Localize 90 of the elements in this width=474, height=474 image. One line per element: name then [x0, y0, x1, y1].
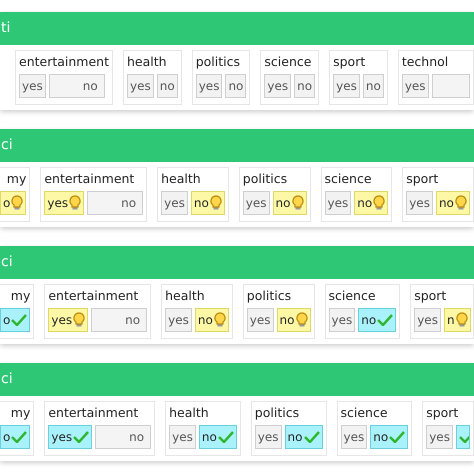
no-button[interactable]: no: [370, 425, 408, 449]
lightbulb-icon: [454, 195, 467, 211]
panel-title: ci: [0, 370, 13, 389]
no-button[interactable]: no: [190, 191, 225, 215]
category-label: health: [127, 53, 168, 71]
yes-button[interactable]: yes: [324, 191, 352, 215]
no-button[interactable]: no: [156, 74, 178, 98]
yes-button[interactable]: yes: [161, 191, 188, 215]
category-label: health: [165, 287, 206, 305]
yes-button[interactable]: yes: [402, 74, 429, 98]
category-label: science: [264, 53, 312, 71]
lightbulb-icon: [69, 195, 82, 211]
yes-button[interactable]: yes: [169, 425, 196, 449]
no-button[interactable]: o: [0, 425, 30, 449]
lightbulb-icon: [214, 312, 226, 328]
no-button[interactable]: no: [91, 308, 148, 332]
category-label: sport: [406, 170, 440, 188]
category-label: sport: [333, 53, 366, 71]
yes-button[interactable]: yes: [127, 74, 154, 98]
category-label: my: [6, 170, 26, 188]
no-button[interactable]: n: [444, 308, 471, 332]
no-button[interactable]: no: [354, 191, 388, 215]
category-label: science: [324, 170, 373, 188]
yes-button[interactable]: yes: [165, 308, 192, 332]
category-label: science: [328, 287, 377, 305]
lightbulb-icon: [292, 195, 304, 211]
no-button[interactable]: no: [194, 308, 229, 332]
category-label: sport: [426, 404, 460, 422]
yes-button[interactable]: yes: [242, 191, 270, 215]
no-button[interactable]: [456, 425, 470, 449]
category-label: my: [10, 287, 30, 305]
yes-button[interactable]: yes: [254, 425, 282, 449]
no-button[interactable]: no: [294, 74, 316, 98]
yes-button[interactable]: yes: [426, 425, 453, 449]
no-button[interactable]: no: [358, 308, 396, 332]
check-icon: [389, 431, 406, 443]
category-label: entertainment: [44, 170, 136, 188]
category-label: politics: [254, 404, 300, 422]
no-button[interactable]: no: [198, 425, 237, 449]
panel-title: ci: [0, 253, 13, 272]
no-button[interactable]: no: [225, 74, 246, 98]
no-button[interactable]: no: [95, 425, 152, 449]
no-button[interactable]: no: [276, 308, 310, 332]
lightbulb-icon: [456, 312, 468, 328]
check-icon: [73, 431, 90, 443]
no-button[interactable]: o: [0, 191, 26, 215]
no-button[interactable]: no: [436, 191, 470, 215]
category-label: politics: [196, 53, 241, 71]
category-label: entertainment: [48, 404, 140, 422]
yes-button[interactable]: yes: [48, 425, 92, 449]
lightbulb-icon: [296, 312, 308, 328]
lightbulb-icon: [11, 195, 24, 211]
category-label: health: [169, 404, 210, 422]
category-label: my: [10, 404, 30, 422]
check-icon: [11, 431, 28, 443]
lightbulb-icon: [210, 195, 222, 211]
yes-button[interactable]: yes: [19, 74, 46, 98]
panel-title: ci: [0, 136, 13, 155]
no-button[interactable]: o: [0, 308, 30, 332]
yes-button[interactable]: yes: [333, 74, 360, 98]
yes-button[interactable]: yes: [48, 308, 88, 332]
check-icon: [304, 431, 320, 443]
category-label: sport: [414, 287, 448, 305]
lightbulb-icon: [73, 312, 86, 328]
yes-button[interactable]: yes: [264, 74, 292, 98]
yes-button[interactable]: yes: [414, 308, 441, 332]
yes-button[interactable]: yes: [246, 308, 274, 332]
yes-button[interactable]: yes: [406, 191, 433, 215]
check-icon: [377, 314, 394, 326]
yes-button[interactable]: yes: [340, 425, 368, 449]
check-icon: [218, 431, 234, 443]
category-label: science: [340, 404, 389, 422]
yes-button[interactable]: yes: [328, 308, 356, 332]
no-button[interactable]: no: [362, 74, 384, 98]
no-button[interactable]: no: [48, 74, 105, 98]
category-label: technol: [402, 53, 450, 71]
lightbulb-icon: [373, 195, 386, 211]
no-button[interactable]: no: [87, 191, 144, 215]
yes-button[interactable]: yes: [44, 191, 84, 215]
no-button[interactable]: [432, 74, 470, 98]
check-icon: [11, 314, 28, 326]
category-label: health: [161, 170, 202, 188]
category-label: entertainment: [48, 287, 140, 305]
category-label: politics: [246, 287, 292, 305]
yes-button[interactable]: yes: [196, 74, 222, 98]
category-label: entertainment: [19, 53, 109, 71]
no-button[interactable]: no: [284, 425, 322, 449]
no-button[interactable]: no: [272, 191, 306, 215]
category-label: politics: [242, 170, 288, 188]
panel-title: ti: [0, 19, 10, 38]
